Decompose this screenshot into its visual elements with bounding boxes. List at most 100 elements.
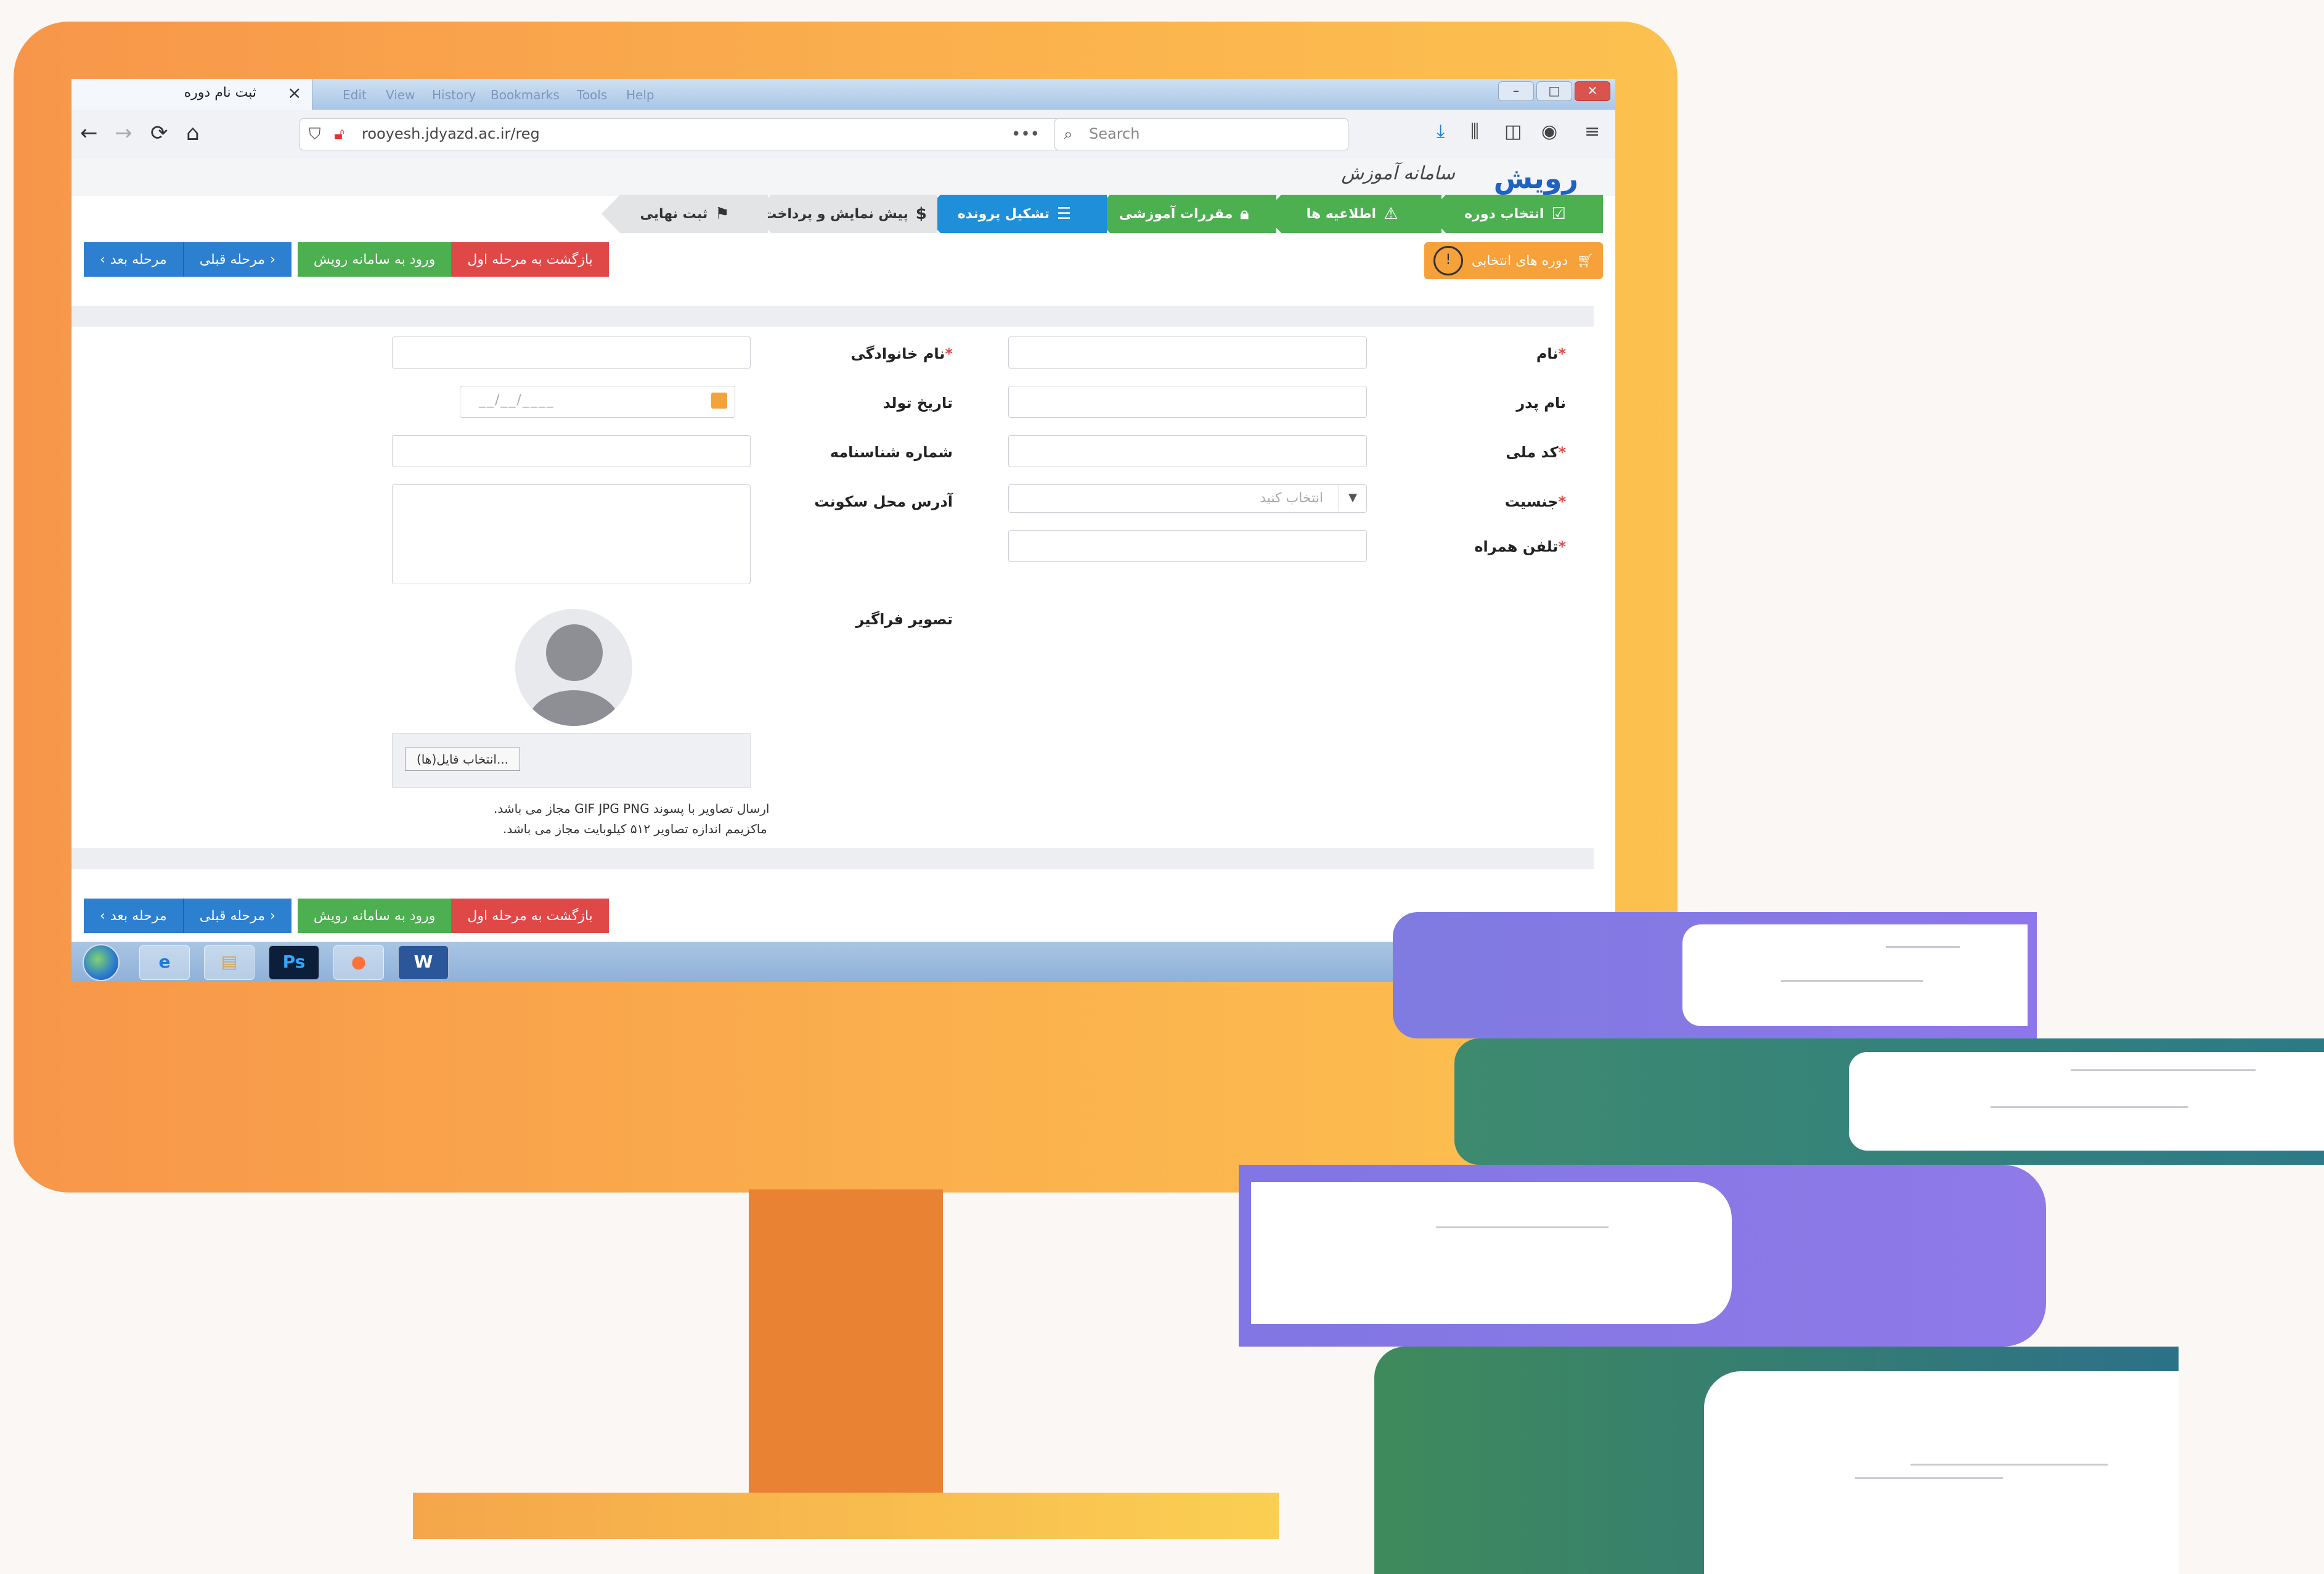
sidebar-icon[interactable]: ◫ xyxy=(1504,121,1522,142)
gender-select[interactable]: ▼ انتخاب کنید xyxy=(1008,484,1367,513)
address-bar[interactable]: ⛉ 🔓︎ rooyesh.jdyazd.ac.ir/reg ••• ⛉ ☆ xyxy=(300,118,1114,150)
navigation-toolbar: ← → ⟳ ⌂ ⛉ 🔓︎ rooyesh.jdyazd.ac.ir/reg ••… xyxy=(71,110,1615,160)
check-square-icon: ☑ xyxy=(1551,205,1566,223)
address-textarea[interactable] xyxy=(392,484,751,584)
book-pages xyxy=(1704,1371,2179,1574)
page-line xyxy=(1436,1226,1608,1228)
step-final-registration[interactable]: ثبت نهایی ⚑ xyxy=(601,195,768,233)
step-select-course[interactable]: انتخاب دوره ☑ xyxy=(1427,195,1603,233)
page-line xyxy=(1910,1464,2108,1466)
father-name-field[interactable] xyxy=(1008,386,1367,418)
next-step-button[interactable]: ‹ مرحله بعد xyxy=(84,242,183,277)
first-name-label: *نام xyxy=(1536,345,1566,362)
site-logo: رویش xyxy=(1493,161,1578,195)
page-line xyxy=(1991,1106,2188,1108)
upload-note-size: ماکزیمم اندازه تصاویر ۵۱۲ کیلوبایت مجاز … xyxy=(503,822,767,836)
warning-icon: ⚠ xyxy=(1384,205,1398,223)
download-icon[interactable]: ⤓ xyxy=(1437,121,1445,142)
registration-form: *نام نام پدر *کد ملی *جنسیت ▼ انتخاب کنی… xyxy=(71,319,1594,836)
button-label: مرحله بعد xyxy=(110,908,167,924)
monitor-stand-neck xyxy=(749,1189,943,1498)
browser-tab[interactable]: ثبت نام دوره × xyxy=(71,79,312,110)
prev-step-button[interactable]: مرحله قبلی › xyxy=(182,899,292,933)
chevron-down-icon[interactable]: ▼ xyxy=(1339,485,1366,511)
page-line xyxy=(1855,1477,2003,1479)
library-icon[interactable]: ⫼ xyxy=(1470,121,1479,142)
menu-item-edit[interactable]: Edit xyxy=(343,88,367,102)
back-to-first-step-button[interactable]: بازگشت به مرحله اول xyxy=(451,242,609,277)
step-announcements[interactable]: اطلاعیه ها ⚠ xyxy=(1263,195,1441,233)
back-icon[interactable]: ← xyxy=(80,121,98,145)
login-rooyesh-button[interactable]: ورود به سامانه رویش xyxy=(297,899,452,933)
menu-item-view[interactable]: View xyxy=(386,88,415,102)
address-label: آدرس محل سکونت xyxy=(814,493,953,510)
window-controls: – □ ✕ xyxy=(1498,81,1610,101)
file-upload-box: انتخاب فایل(ها)... xyxy=(392,733,751,788)
first-name-field[interactable] xyxy=(1008,336,1367,369)
menu-item-bookmarks[interactable]: Bookmarks xyxy=(491,88,560,102)
login-rooyesh-button[interactable]: ورود به سامانه رویش xyxy=(297,242,452,277)
ie-icon[interactable]: e xyxy=(139,945,190,980)
national-code-label: *کد ملی xyxy=(1506,444,1566,461)
book-pages xyxy=(1251,1182,1732,1324)
book-green-bottom xyxy=(1374,1347,2179,1574)
menu-item-tools[interactable]: Tools xyxy=(577,88,607,102)
photoshop-icon[interactable]: Ps xyxy=(269,945,319,980)
selected-courses-button[interactable]: ! دوره های انتخابی 🛒︎ xyxy=(1424,242,1603,279)
national-code-field[interactable] xyxy=(1008,435,1367,467)
next-step-button[interactable]: ‹ مرحله بعد xyxy=(84,899,183,933)
prev-step-button[interactable]: مرحله قبلی › xyxy=(182,242,292,277)
insecure-lock-icon[interactable]: 🔓︎ xyxy=(334,125,345,144)
step-label: اطلاعیه ها xyxy=(1306,206,1377,222)
search-box[interactable]: ⌕ Search xyxy=(1054,118,1348,150)
firefox-icon[interactable]: ● xyxy=(333,945,384,980)
birth-date-field[interactable]: __/__/____ xyxy=(460,386,735,418)
date-placeholder: __/__/____ xyxy=(479,393,555,408)
back-to-first-step-button[interactable]: بازگشت به مرحله اول xyxy=(451,899,609,933)
close-window-button[interactable]: ✕ xyxy=(1575,81,1610,101)
page-line xyxy=(1781,980,1923,982)
avatar-head xyxy=(546,624,603,681)
top-action-buttons: ‹ مرحله بعد مرحله قبلی › ورود به سامانه رو… xyxy=(84,242,609,277)
explorer-icon[interactable]: ▤ xyxy=(204,945,255,980)
chevron-left-icon: ‹ xyxy=(100,251,105,267)
id-number-field[interactable] xyxy=(392,435,751,467)
site-header: رویش سامانه آموزش xyxy=(71,159,1615,196)
mobile-field[interactable] xyxy=(1008,530,1367,562)
screen: ثبت نام دوره × Edit View History Bookmar… xyxy=(71,79,1615,982)
step-preview-payment[interactable]: پیش نمایش و پرداخت $ xyxy=(752,195,937,233)
menu-item-help[interactable]: Help xyxy=(626,88,654,102)
reload-icon[interactable]: ⟳ xyxy=(150,121,168,145)
gender-label: *جنسیت xyxy=(1504,493,1566,510)
account-icon[interactable]: ◉ xyxy=(1541,121,1557,142)
chevron-left-icon: ‹ xyxy=(100,908,105,924)
book-teal xyxy=(1454,1038,2324,1165)
last-name-field[interactable] xyxy=(392,336,751,369)
home-icon[interactable]: ⌂ xyxy=(186,121,200,145)
calendar-icon[interactable] xyxy=(711,393,727,409)
step-label: مقررات آموزشی xyxy=(1119,206,1233,222)
menu-item-history[interactable]: History xyxy=(432,88,476,102)
book-purple-middle xyxy=(1239,1165,2046,1347)
start-button-icon[interactable] xyxy=(83,944,120,981)
step-regulations[interactable]: مقررات آموزشی 🔒︎ xyxy=(1091,195,1276,233)
gender-placeholder: انتخاب کنید xyxy=(1260,491,1323,506)
word-icon[interactable]: W xyxy=(398,945,449,980)
close-tab-icon[interactable]: × xyxy=(287,83,301,103)
step-label: پیش نمایش و پرداخت xyxy=(763,206,908,222)
minimize-button[interactable]: – xyxy=(1498,81,1534,101)
id-number-label: شماره شناسنامه xyxy=(830,444,953,461)
shield-icon[interactable]: ⛉ xyxy=(309,125,321,144)
step-file-creation[interactable]: تشکیل پرونده ☰ xyxy=(922,195,1107,233)
cart-icon: 🛒︎ xyxy=(1576,253,1594,269)
hamburger-menu-icon[interactable]: ≡ xyxy=(1584,121,1600,142)
search-placeholder: Search xyxy=(1089,125,1140,142)
maximize-button[interactable]: □ xyxy=(1536,81,1572,101)
choose-file-button[interactable]: انتخاب فایل(ها)... xyxy=(405,748,521,771)
page-actions-icon[interactable]: ••• xyxy=(1011,125,1040,144)
mobile-label: *تلفن همراه xyxy=(1474,538,1566,555)
section-divider xyxy=(71,848,1594,869)
step-label: انتخاب دوره xyxy=(1464,206,1544,222)
upload-note-format: ارسال تصاویر با پسوند GIF JPG PNG مجاز م… xyxy=(494,801,770,816)
forward-icon[interactable]: → xyxy=(115,121,133,145)
